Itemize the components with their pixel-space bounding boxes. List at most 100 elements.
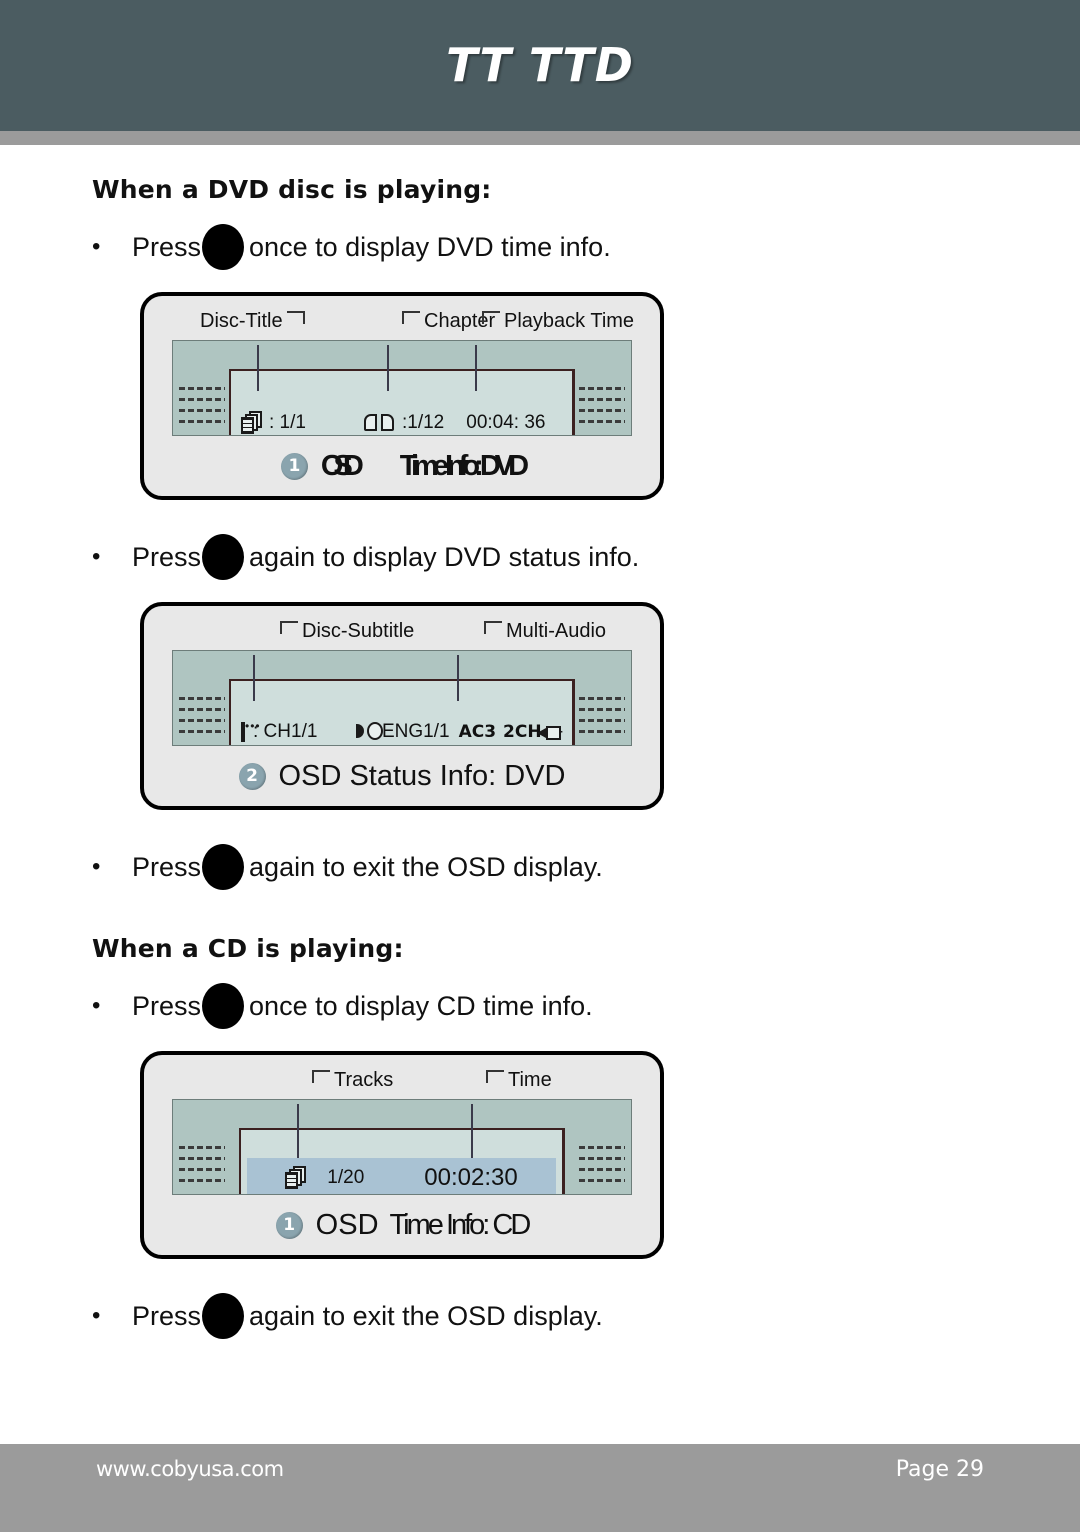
caption-part-one: OSD [320,449,364,482]
bullet-cd-once: • Press once to display CD time info. [92,983,1080,1029]
diagram-osd-time-info-dvd: Disc-Title Chapter Playback Time: 1/1:… [140,292,664,500]
heading-cd-section: When a CD is playing: [92,934,404,963]
heading-dvd-section: When a DVD disc is playing: [92,175,492,204]
leader-line-multi-audio [457,655,459,701]
osd-screen-preview: : 1/1 :1/12 00:04: 36 [172,340,632,436]
diagram-caption: 2 OSD Status Info: DVD [144,754,660,798]
callout-disc-title-label: Disc-Title [200,310,283,332]
caption-part-two: Time Info: DVD [399,449,529,482]
leader-line-chapter [387,345,389,391]
placeholder-lines-left [179,387,225,429]
leader-line-playback-time [475,345,477,391]
callout-disc-subtitle-label: Disc-Subtitle [302,620,415,642]
step-badge: 1 [280,452,308,480]
multi-audio-value: : ENG1/1 [371,721,450,742]
bullet-text-before: Press [132,231,202,262]
callout-elbow-icon [286,311,305,324]
bullet-text-before: Press [132,1300,202,1331]
callout-disc-subtitle: Disc-Subtitle [280,620,414,643]
bullet-text: Press once to display CD time info. [132,983,593,1029]
chapter-value: :1/12 [401,412,445,433]
leader-line-disc-subtitle [253,655,255,701]
callout-disc-title: Disc-Title [200,310,305,333]
callout-elbow-icon [312,1070,330,1083]
diagram-osd-status-info-dvd: Disc-Subtitle Multi-Audio •••: CH1/1: … [140,602,664,810]
bullet-text-after: once to display DVD time info. [249,231,611,262]
step-badge: 1 [275,1211,303,1239]
footer-website-url: www.cobyusa.com [96,1457,284,1481]
bullet-marker: • [92,543,101,570]
bullet-dvd-again: • Press again to display DVD status info… [92,534,1080,580]
bullet-text: Press again to exit the OSD display. [132,844,603,890]
disc-subtitle-value: : CH1/1 [253,721,318,742]
caption-part-one: OSD [315,1208,379,1241]
bullet-text-before: Press [132,990,202,1021]
disc-title-icon [241,411,263,435]
bullet-text-before: Press [132,541,202,572]
callout-elbow-icon [280,621,298,634]
bullet-dvd-exit: • Press again to exit the OSD display. [92,844,1080,890]
leader-line-time [471,1104,473,1158]
osd-data-row: 1/20 00:02:30 [251,1164,552,1192]
osd-button-icon [202,844,245,890]
osd-button-icon [202,1293,245,1339]
osd-data-row: : 1/1 :1/12 00:04: 36 [241,411,562,435]
diagram-caption: 1 OSD Time Info: DVD [144,444,660,488]
callout-elbow-icon [486,1070,504,1083]
page-title: TT TTD [446,38,634,92]
caption-part-two: Time Info: CD [389,1208,532,1241]
caption-text-glitched: OSD Time Info: DVD [320,449,529,483]
callout-tracks-label: Tracks [334,1069,394,1091]
page-header: TT TTD [0,0,1080,131]
footer-page-number: Page 29 [895,1457,984,1482]
bullet-marker: • [92,1302,101,1329]
callout-elbow-icon [482,311,500,324]
header-divider [0,131,1080,145]
step-badge: 2 [238,762,266,790]
caption-text: OSD Status Info: DVD [278,759,566,792]
callout-tracks: Tracks [312,1069,393,1092]
osd-screen-preview: : CH1/1 : ENG1/1 AC3 2CH -- [172,650,632,746]
diagram-body: Disc-Subtitle Multi-Audio •••: CH1/1: … [144,606,660,806]
placeholder-lines-right [579,697,625,739]
callout-time-label: Time [508,1069,552,1091]
cd-time-value: 00:02:30 [424,1164,518,1191]
osd-overlay-panel: : 1/1 :1/12 00:04: 36 [229,345,575,435]
bullet-text-after: again to display DVD status info. [249,541,640,572]
osd-button-icon [202,224,245,270]
bullet-text-after: once to display CD time info. [249,990,593,1021]
osd-data-row: : CH1/1 : ENG1/1 AC3 2CH -- [241,719,563,743]
bullet-text: Press again to exit the OSD display. [132,1293,603,1339]
bullet-marker: • [92,992,101,1019]
callout-labels: Disc-Subtitle Multi-Audio [144,620,660,648]
bullet-text-after: again to exit the OSD display. [249,1300,603,1331]
bullet-text-after: again to exit the OSD display. [249,851,603,882]
disc-subtitle-icon [241,719,261,742]
diagram-body: Tracks Time 1/20 00:02:30 1 OSD Time Inf… [144,1055,660,1255]
callout-elbow-icon [402,311,420,324]
page-footer: www.cobyusa.com Page 29 [0,1444,1080,1532]
placeholder-lines-left [179,1146,225,1188]
page-content: When a DVD disc is playing: • Press once… [0,145,1080,1339]
callout-multi-audio: Multi-Audio [484,620,606,643]
chapter-icon [363,412,394,434]
callout-playback-time-label: Playback Time [504,310,635,332]
bullet-text-before: Press [132,851,202,882]
callout-multi-audio-label: Multi-Audio [506,620,607,642]
callout-elbow-icon [484,621,502,634]
bullet-marker: • [92,233,101,260]
placeholder-lines-right [579,387,625,429]
diagram-caption: 1 OSD Time Info: CD [144,1203,660,1247]
callout-playback-time: Playback Time [482,310,634,333]
tracks-icon [285,1166,307,1190]
tracks-value: 1/20 [327,1167,365,1188]
disc-title-value: : 1/1 [269,412,306,433]
placeholder-lines-right [579,1146,625,1188]
callout-time: Time [486,1069,552,1092]
osd-screen-preview: 1/20 00:02:30 [172,1099,632,1195]
callout-labels: Tracks Time [144,1069,660,1097]
bullet-marker: • [92,853,101,880]
bullet-cd-exit: • Press again to exit the OSD display. [92,1293,1080,1339]
bullet-text: Press once to display DVD time info. [132,224,611,270]
osd-button-icon [202,983,245,1029]
